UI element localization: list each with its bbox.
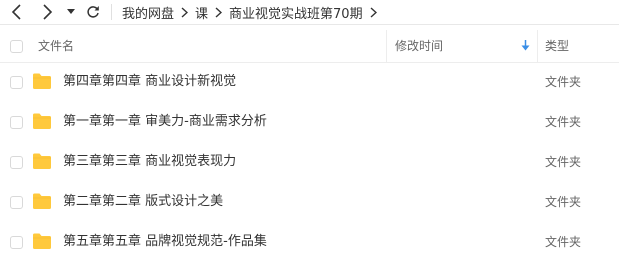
column-resize-handle[interactable]: [537, 30, 538, 62]
file-name[interactable]: 第一章第一章 审美力-商业需求分析: [63, 102, 267, 142]
column-header-modified[interactable]: 修改时间: [395, 30, 443, 62]
chevron-right-icon: [181, 6, 189, 18]
file-list-header: 文件名 修改时间 类型: [0, 30, 619, 63]
file-type: 文件夹: [545, 195, 582, 209]
chevron-right-icon[interactable]: [370, 6, 377, 18]
toolbar-divider: [111, 4, 112, 20]
folder-icon: [32, 151, 52, 175]
folder-icon: [32, 111, 52, 135]
file-row[interactable]: 第四章第四章 商业设计新视觉 文件夹: [0, 62, 619, 102]
dropdown-icon: [67, 9, 75, 14]
breadcrumb-item-course[interactable]: 课: [195, 3, 208, 22]
column-resize-handle[interactable]: [386, 30, 387, 62]
file-row[interactable]: 第三章第三章 商业视觉表现力 文件夹: [0, 142, 619, 182]
column-header-name[interactable]: 文件名: [38, 30, 74, 62]
row-checkbox[interactable]: [10, 116, 23, 129]
row-checkbox[interactable]: [10, 236, 23, 249]
refresh-button[interactable]: [83, 0, 103, 24]
file-type: 文件夹: [545, 115, 582, 129]
file-type: 文件夹: [545, 75, 582, 89]
row-checkbox[interactable]: [10, 196, 23, 209]
file-row[interactable]: 第二章第二章 版式设计之美 文件夹: [0, 182, 619, 222]
folder-icon: [32, 71, 52, 95]
history-dropdown-button[interactable]: [64, 0, 78, 24]
forward-button[interactable]: [36, 0, 58, 24]
file-type: 文件夹: [545, 155, 582, 169]
toolbar: 我的网盘 课 商业视觉实战班第70期: [0, 0, 619, 25]
row-checkbox[interactable]: [10, 76, 23, 89]
column-header-type[interactable]: 类型: [545, 30, 569, 62]
file-name[interactable]: 第四章第四章 商业设计新视觉: [63, 62, 236, 102]
file-row[interactable]: 第一章第一章 审美力-商业需求分析 文件夹: [0, 102, 619, 142]
back-button[interactable]: [6, 0, 28, 24]
breadcrumb-item-my-drive[interactable]: 我的网盘: [122, 3, 174, 22]
forward-icon: [43, 4, 53, 20]
folder-icon: [32, 191, 52, 215]
folder-icon: [32, 231, 52, 255]
refresh-icon: [87, 6, 99, 18]
row-checkbox[interactable]: [10, 156, 23, 169]
breadcrumb: 我的网盘 课 商业视觉实战班第70期: [122, 0, 384, 24]
back-icon: [11, 4, 21, 20]
select-all-checkbox[interactable]: [10, 40, 23, 53]
file-type: 文件夹: [545, 235, 582, 249]
file-name[interactable]: 第二章第二章 版式设计之美: [63, 182, 223, 222]
sort-down-icon[interactable]: [521, 40, 530, 51]
file-row[interactable]: 第五章第五章 品牌视觉规范-作品集 文件夹: [0, 222, 619, 262]
file-name[interactable]: 第五章第五章 品牌视觉规范-作品集: [63, 222, 267, 262]
breadcrumb-item-current-folder[interactable]: 商业视觉实战班第70期: [229, 3, 363, 22]
file-name[interactable]: 第三章第三章 商业视觉表现力: [63, 142, 236, 182]
chevron-right-icon: [215, 6, 223, 18]
